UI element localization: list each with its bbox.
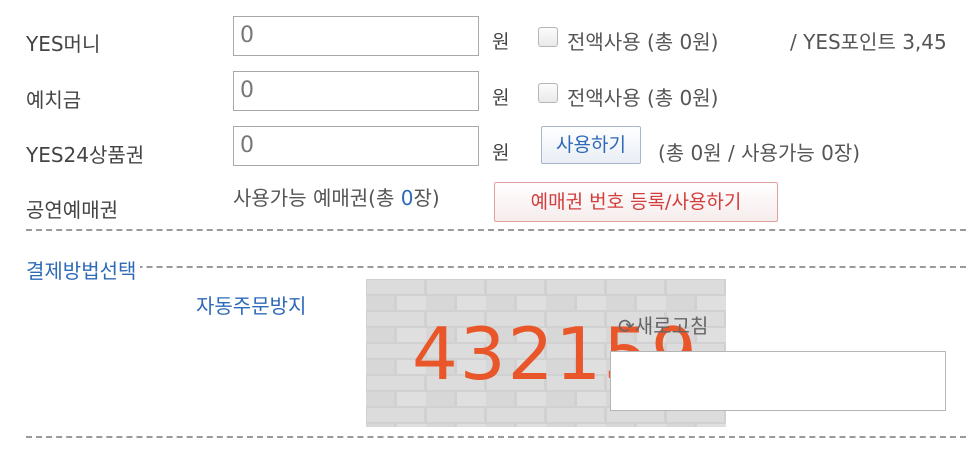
refresh-icon: ⟳ (618, 314, 635, 338)
ticket-register-button[interactable]: 예매권 번호 등록/사용하기 (494, 182, 778, 222)
ticket-available-count: 0 (400, 186, 414, 210)
gift-card-unit: 원 (492, 142, 510, 164)
gift-card-label: YES24상품권 (26, 143, 145, 167)
ticket-voucher-label: 공연예매권 (26, 198, 118, 222)
gift-card-summary: (총 0원 / 사용가능 0장) (658, 141, 861, 165)
divider-top (26, 229, 966, 231)
deposit-input[interactable]: 0 (233, 71, 479, 111)
captcha-refresh[interactable]: ⟳새로고침 (618, 310, 708, 339)
gift-card-use-button[interactable]: 사용하기 (541, 126, 641, 164)
ticket-available-prefix: 사용가능 예매권(총 (233, 186, 401, 210)
yes-money-full-use-checkbox[interactable] (538, 27, 558, 47)
ticket-available-text: 사용가능 예매권(총 0장) (233, 182, 440, 211)
deposit-label: 예치금 (26, 88, 82, 112)
divider-section (26, 266, 966, 268)
gift-card-input[interactable]: 0 (233, 126, 479, 166)
deposit-unit: 원 (492, 87, 510, 109)
yes-money-input[interactable]: 0 (233, 16, 479, 56)
ticket-available-suffix: 장) (413, 186, 440, 210)
deposit-full-use-checkbox[interactable] (538, 83, 558, 103)
yes-money-label: YES머니 (26, 32, 101, 56)
captcha-input[interactable] (610, 351, 946, 411)
divider-bottom (26, 436, 966, 438)
yes-points-text: / YES포인트 3,45 (790, 30, 947, 54)
yes-money-unit: 원 (492, 31, 510, 53)
payment-method-title: 결제방법선택 (26, 255, 141, 284)
yes-money-full-use-label: 전액사용 (총 0원) (567, 30, 719, 54)
antibot-label: 자동주문방지 (196, 294, 307, 318)
captcha-refresh-label: 새로고침 (634, 314, 709, 338)
deposit-full-use-label: 전액사용 (총 0원) (567, 86, 719, 110)
